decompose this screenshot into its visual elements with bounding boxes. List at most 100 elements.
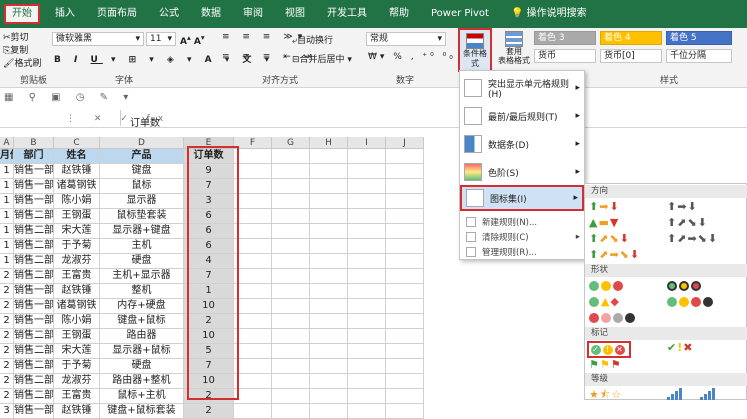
column-header-g[interactable]: G <box>272 137 310 149</box>
empty-cell[interactable] <box>234 389 272 404</box>
table-cell[interactable]: 硬盘 <box>100 359 184 374</box>
empty-cell[interactable] <box>310 374 348 389</box>
empty-cell[interactable] <box>348 179 386 194</box>
table-cell[interactable]: 销售一部 <box>14 404 54 419</box>
cell-style-comma[interactable]: 千位分隔 <box>666 49 732 63</box>
empty-cell[interactable] <box>272 299 310 314</box>
tab-review[interactable]: 审阅 <box>232 0 274 28</box>
empty-cell[interactable] <box>348 224 386 239</box>
icon-set-3-arrows-colored[interactable]: ⬆➡⬇ <box>589 200 620 213</box>
empty-cell[interactable] <box>310 299 348 314</box>
empty-cell[interactable] <box>386 149 424 164</box>
empty-cell[interactable] <box>234 209 272 224</box>
tab-page-layout[interactable]: 页面布局 <box>86 0 148 28</box>
table-cell[interactable]: 2 <box>0 314 14 329</box>
header-cell[interactable]: 产品 <box>100 149 184 164</box>
table-cell[interactable]: 销售一部 <box>14 299 54 314</box>
table-cell[interactable]: 诸葛钢铁 <box>54 179 100 194</box>
table-cell[interactable]: 键盘 <box>100 164 184 179</box>
table-cell[interactable]: 2 <box>0 269 14 284</box>
table-cell[interactable]: 显示器+鼠标 <box>100 344 184 359</box>
table-cell[interactable]: 10 <box>184 329 234 344</box>
icon-set-3-flags[interactable]: ⚑⚑⚑ <box>589 358 622 371</box>
cell-style-accent4[interactable]: 着色 4 <box>600 31 662 45</box>
table-cell[interactable]: 赵铁锤 <box>54 404 100 419</box>
empty-cell[interactable] <box>234 179 272 194</box>
empty-cell[interactable] <box>234 239 272 254</box>
empty-cell[interactable] <box>310 149 348 164</box>
table-cell[interactable]: 键盘+鼠标 <box>100 314 184 329</box>
empty-cell[interactable] <box>348 284 386 299</box>
icon-set-5-arrows-gray[interactable]: ⬆⬈➡⬊⬇ <box>667 232 718 245</box>
table-cell[interactable]: 3 <box>0 404 14 419</box>
number-buttons[interactable]: ₩▾ % , ⁺⁰ ⁰₀ <box>368 52 456 62</box>
icon-set-3-traffic-lights-rimmed[interactable] <box>667 279 703 292</box>
empty-cell[interactable] <box>386 224 424 239</box>
empty-cell[interactable] <box>386 164 424 179</box>
icon-set-3-traffic-lights[interactable] <box>589 279 625 292</box>
empty-cell[interactable] <box>234 224 272 239</box>
table-cell[interactable]: 1 <box>0 179 14 194</box>
icon-set-4-red-to-black[interactable] <box>589 311 637 324</box>
empty-cell[interactable] <box>310 314 348 329</box>
table-cell[interactable]: 主机 <box>100 239 184 254</box>
table-cell[interactable]: 销售一部 <box>14 164 54 179</box>
empty-cell[interactable] <box>272 149 310 164</box>
table-cell[interactable]: 3 <box>184 194 234 209</box>
column-header-j[interactable]: J <box>386 137 424 149</box>
empty-cell[interactable] <box>272 329 310 344</box>
header-cell[interactable]: 部门 <box>14 149 54 164</box>
icon-set-3-signs[interactable]: ▲◆ <box>589 295 620 308</box>
empty-cell[interactable] <box>234 359 272 374</box>
table-cell[interactable]: 2 <box>184 314 234 329</box>
table-cell[interactable]: 销售一部 <box>14 194 54 209</box>
format-as-table-button[interactable]: 套用 表格格式 <box>496 28 532 72</box>
empty-cell[interactable] <box>310 254 348 269</box>
conditional-format-button[interactable]: 条件格式 <box>458 28 492 72</box>
table-cell[interactable]: 销售二部 <box>14 269 54 284</box>
table-cell[interactable]: 1 <box>0 239 14 254</box>
tab-formulas[interactable]: 公式 <box>148 0 190 28</box>
icon-set-3-arrows-gray[interactable]: ⬆➡⬇ <box>667 200 698 213</box>
empty-cell[interactable] <box>348 359 386 374</box>
column-header-h[interactable]: H <box>310 137 348 149</box>
tab-data[interactable]: 数据 <box>190 0 232 28</box>
empty-cell[interactable] <box>234 284 272 299</box>
number-format-select[interactable]: 常规 ▾ <box>366 32 446 46</box>
tab-help[interactable]: 帮助 <box>378 0 420 28</box>
data-bars-item[interactable]: 数据条(D) ▸ <box>460 131 584 157</box>
copy-button[interactable]: ⎘复制 <box>3 43 28 56</box>
icon-set-3-triangles[interactable]: ▲▬▼ <box>589 216 619 229</box>
empty-cell[interactable] <box>386 299 424 314</box>
table-cell[interactable]: 宋大莲 <box>54 224 100 239</box>
table-cell[interactable]: 赵铁锤 <box>54 284 100 299</box>
font-grow-button[interactable]: A▴ A▾ <box>180 33 205 47</box>
table-cell[interactable]: 1 <box>0 224 14 239</box>
table-cell[interactable]: 2 <box>184 389 234 404</box>
table-cell[interactable]: 6 <box>184 239 234 254</box>
empty-cell[interactable] <box>272 314 310 329</box>
table-cell[interactable]: 陈小娟 <box>54 194 100 209</box>
table-cell[interactable]: 4 <box>184 254 234 269</box>
table-cell[interactable]: 9 <box>184 164 234 179</box>
empty-cell[interactable] <box>310 179 348 194</box>
table-cell[interactable]: 销售二部 <box>14 224 54 239</box>
empty-cell[interactable] <box>234 149 272 164</box>
table-cell[interactable]: 于予菊 <box>54 359 100 374</box>
icon-set-signal-bars[interactable] <box>667 387 716 400</box>
table-cell[interactable]: 鼠标垫套装 <box>100 209 184 224</box>
wrap-text-button[interactable]: ⤶自动换行 <box>292 33 333 46</box>
table-cell[interactable]: 1 <box>0 194 14 209</box>
column-header-e[interactable]: E <box>184 137 234 149</box>
empty-cell[interactable] <box>272 164 310 179</box>
table-cell[interactable]: 陈小娟 <box>54 314 100 329</box>
icon-set-3-symbols[interactable]: ✔!✖ <box>667 341 693 354</box>
empty-cell[interactable] <box>310 344 348 359</box>
table-cell[interactable]: 销售二部 <box>14 239 54 254</box>
table-cell[interactable]: 王富贵 <box>54 389 100 404</box>
cut-button[interactable]: ✂剪切 <box>3 30 29 43</box>
table-cell[interactable]: 7 <box>184 179 234 194</box>
empty-cell[interactable] <box>386 209 424 224</box>
empty-cell[interactable] <box>234 344 272 359</box>
empty-cell[interactable] <box>348 254 386 269</box>
